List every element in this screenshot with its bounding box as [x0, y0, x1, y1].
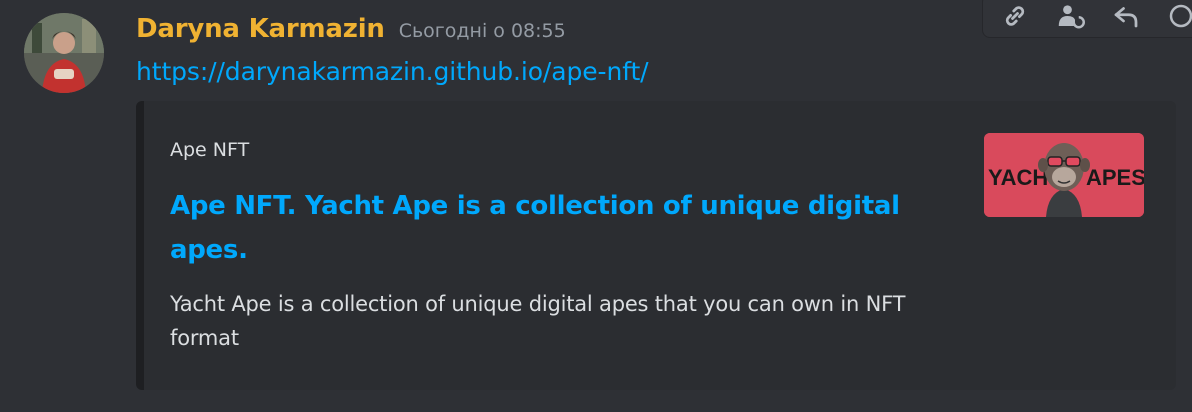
- message-timestamp: Сьогодні о 08:55: [398, 20, 566, 42]
- ape-thumbnail-image: YACHT APES: [984, 133, 1144, 217]
- link-icon: [1005, 6, 1024, 26]
- app-reply-icon: [1059, 5, 1086, 29]
- reply-button[interactable]: [1106, 0, 1146, 34]
- chat-message: Daryna Karmazin Сьогодні о 08:55 https:/…: [0, 0, 1192, 412]
- thumbnail-word-right: APES: [1086, 165, 1144, 190]
- embed-thumbnail[interactable]: YACHT APES: [984, 133, 1144, 217]
- message-link[interactable]: https://darynakarmazin.github.io/ape-nft…: [136, 57, 649, 86]
- copy-link-button[interactable]: [995, 0, 1035, 34]
- author-name[interactable]: Daryna Karmazin: [136, 14, 385, 44]
- more-button[interactable]: [1162, 0, 1192, 34]
- embed-title[interactable]: Ape NFT. Yacht Ape is a collection of un…: [170, 184, 910, 272]
- message-header: Daryna Karmazin Сьогодні о 08:55: [136, 14, 566, 54]
- apps-button[interactable]: [1051, 0, 1091, 34]
- link-embed: Ape NFT Ape NFT. Yacht Ape is a collecti…: [136, 101, 1176, 390]
- reply-icon: [1114, 7, 1138, 28]
- user-avatar[interactable]: [24, 13, 104, 93]
- embed-provider[interactable]: Ape NFT: [170, 139, 249, 161]
- more-icon: [1170, 4, 1192, 28]
- avatar-photo: [24, 13, 104, 93]
- message-actions-toolbar: [982, 0, 1192, 38]
- embed-description: Yacht Ape is a collection of unique digi…: [170, 292, 906, 350]
